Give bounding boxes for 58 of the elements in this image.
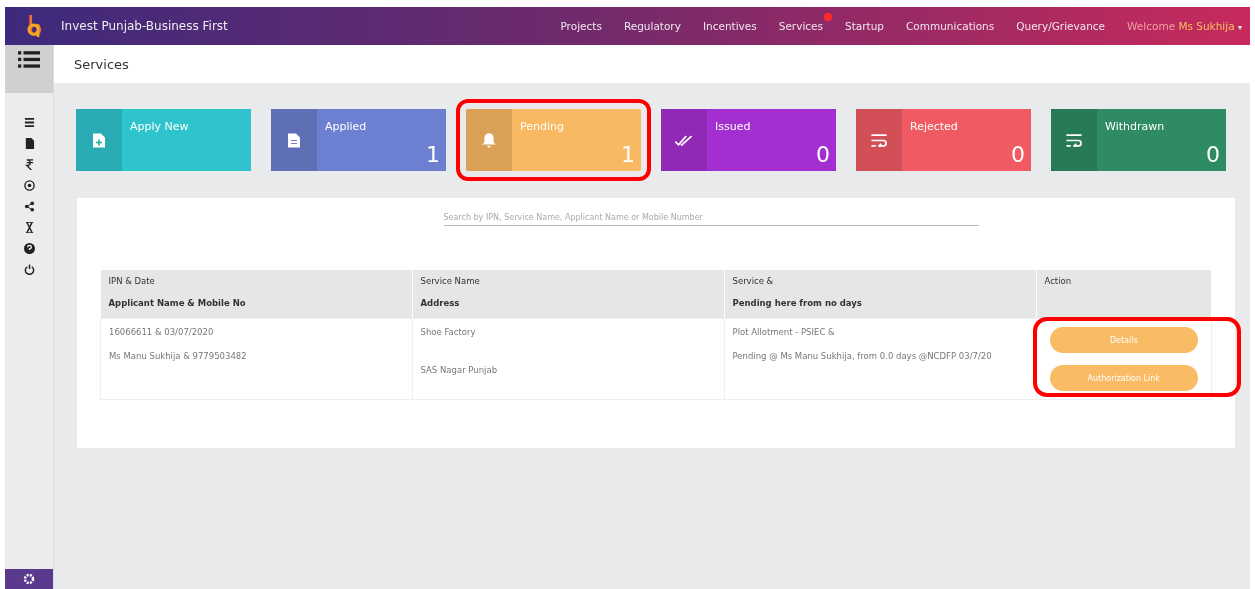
status-card[interactable]: Rejected 0 <box>856 109 1031 171</box>
rupee-icon[interactable] <box>23 159 35 170</box>
nav-link[interactable]: Regulatory <box>623 20 681 32</box>
card-count: 1 <box>621 142 635 167</box>
site-title: Invest Punjab-Business First <box>61 19 228 33</box>
table-cell-text: Ms Manu Sukhija & 9779503482 <box>109 351 248 363</box>
bell-icon <box>481 132 497 148</box>
status-card[interactable]: Applied 1 <box>271 109 446 171</box>
column-subtitle: Pending here from no days <box>732 298 863 310</box>
search-field[interactable]: Search by IPN, Service Name, Applicant Name or Mobile Number <box>443 210 979 226</box>
nav-link[interactable]: Query/Grievance <box>1016 20 1106 32</box>
user-menu[interactable]: Ms Sukhija <box>1178 20 1235 32</box>
column-title: Service & <box>732 276 775 288</box>
nav-link[interactable]: Startup <box>845 20 884 32</box>
page-title: Services <box>74 56 129 72</box>
document-icon[interactable] <box>23 138 35 149</box>
card-label: Rejected <box>910 120 958 133</box>
circle-icon[interactable] <box>23 180 35 191</box>
card-count: 0 <box>816 142 830 167</box>
card-label: Withdrawn <box>1105 120 1165 133</box>
hourglass-icon[interactable] <box>23 222 35 233</box>
welcome-text: Welcome <box>1127 20 1176 32</box>
document-icon <box>288 132 300 148</box>
card-count: 1 <box>426 142 440 167</box>
status-card[interactable]: Issued 0 <box>661 109 836 171</box>
nav-link[interactable]: Communications <box>906 20 995 32</box>
nav-link[interactable]: Incentives <box>702 20 757 32</box>
help-icon[interactable] <box>23 243 35 254</box>
table-cell-text: Plot Allotment - PSIEC & <box>732 327 836 339</box>
column-subtitle: Applicant Name & Mobile No <box>108 298 247 310</box>
column-title: Action <box>1044 276 1073 288</box>
table-cell-text: Shoe Factory <box>420 327 477 339</box>
sidebar-toggle[interactable] <box>5 45 53 93</box>
card-count: 0 <box>1206 142 1220 167</box>
text-wrap-icon <box>870 133 888 147</box>
card-label: Applied <box>325 120 367 133</box>
table-cell-text: 16066611 & 03/07/2020 <box>109 327 215 339</box>
card-label: Issued <box>715 120 751 133</box>
nav-link[interactable]: Projects <box>560 20 602 32</box>
double-check-icon <box>674 133 694 147</box>
table-cell-text: Pending @ Ms Manu Sukhija, from 0.0 days @NCDFP 03/7/20 <box>732 351 993 363</box>
card-label: Pending <box>520 120 564 133</box>
status-card[interactable]: Withdrawn 0 <box>1051 109 1226 171</box>
file-plus-icon <box>93 132 105 148</box>
column-title: IPN & Date <box>108 276 156 288</box>
caret-icon[interactable]: ▾ <box>1238 23 1242 32</box>
column-subtitle: Address <box>420 298 461 310</box>
card-label: Apply New <box>130 120 189 133</box>
share-icon[interactable] <box>23 201 35 212</box>
nav-link[interactable]: Services <box>778 20 823 32</box>
column-title: Service Name <box>420 276 481 288</box>
table-cell-text: SAS Nagar Punjab <box>420 365 499 377</box>
text-wrap-icon <box>1065 133 1083 147</box>
power-icon[interactable] <box>23 264 35 275</box>
settings-icon[interactable] <box>23 573 35 585</box>
menu-icon[interactable] <box>23 117 35 128</box>
list-icon <box>18 51 40 69</box>
card-count: 0 <box>1011 142 1025 167</box>
